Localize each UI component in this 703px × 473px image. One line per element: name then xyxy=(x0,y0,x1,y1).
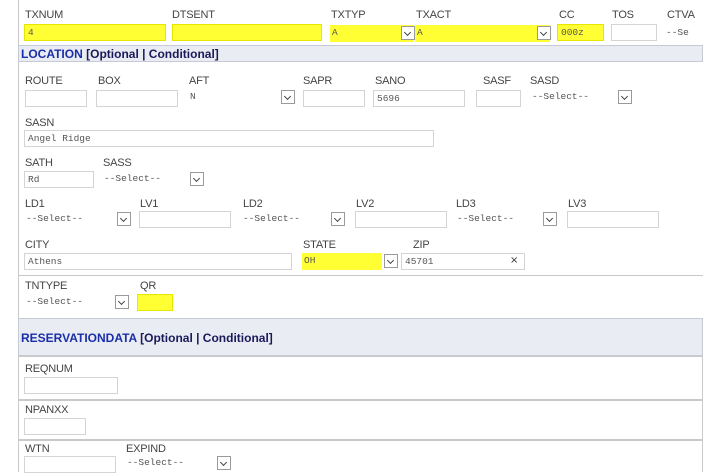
txtyp-dropdown-arrow-icon[interactable] xyxy=(401,26,415,40)
wtn-label: WTN xyxy=(25,443,50,455)
sasf-field[interactable] xyxy=(476,90,521,107)
zip-label: ZIP xyxy=(413,239,430,251)
reqnum-group xyxy=(18,356,703,400)
txnum-field[interactable]: 4 xyxy=(24,24,166,41)
dtsent-field[interactable] xyxy=(172,24,322,41)
sano-label: SANO xyxy=(375,75,406,87)
state-select[interactable]: OH xyxy=(302,253,382,270)
sasn-label: SASN xyxy=(25,117,55,129)
ld1-dropdown-arrow-icon[interactable] xyxy=(117,212,131,226)
npanxx-group xyxy=(18,400,703,440)
tos-field[interactable] xyxy=(611,24,657,41)
location-section-title: LOCATION [Optional | Conditional] xyxy=(21,47,219,61)
route-field[interactable] xyxy=(25,90,87,107)
reservation-section-title: RESERVATIONDATA [Optional | Conditional] xyxy=(21,331,273,345)
box-label: BOX xyxy=(98,75,121,87)
aft-dropdown-arrow-icon[interactable] xyxy=(281,90,295,104)
sasd-label: SASD xyxy=(530,75,560,87)
sasf-label: SASF xyxy=(483,75,511,87)
reqnum-label: REQNUM xyxy=(25,363,73,375)
city-label: CITY xyxy=(25,239,50,251)
ld3-dropdown-arrow-icon[interactable] xyxy=(543,212,557,226)
dtsent-label: DTSENT xyxy=(172,9,215,21)
sass-dropdown-arrow-icon[interactable] xyxy=(190,172,204,186)
tntype-label: TNTYPE xyxy=(25,280,68,292)
sapr-field[interactable] xyxy=(303,90,365,107)
aft-select[interactable]: N xyxy=(188,89,296,106)
qr-field[interactable] xyxy=(137,294,173,311)
txnum-label: TXNUM xyxy=(25,9,64,21)
lv3-field[interactable] xyxy=(567,211,659,228)
txact-label: TXACT xyxy=(416,9,452,21)
lv3-label: LV3 xyxy=(568,198,587,210)
ctva-select[interactable]: --Se xyxy=(664,25,703,42)
tos-label: TOS xyxy=(612,9,634,21)
location-divider xyxy=(18,275,703,276)
npanxx-label: NPANXX xyxy=(25,404,69,416)
wtn-group xyxy=(18,440,703,472)
ld2-dropdown-arrow-icon[interactable] xyxy=(331,212,345,226)
txact-select[interactable]: A xyxy=(415,25,550,42)
txtyp-label: TXTYP xyxy=(331,9,366,21)
lv2-label: LV2 xyxy=(356,198,375,210)
sasd-dropdown-arrow-icon[interactable] xyxy=(618,90,632,104)
cc-label: CC xyxy=(559,9,575,21)
sasn-field[interactable]: Angel Ridge xyxy=(24,130,434,147)
sano-field[interactable]: 5696 xyxy=(373,90,465,107)
cc-field[interactable]: 000z xyxy=(557,24,604,41)
aft-label: AFT xyxy=(189,75,210,87)
npanxx-field[interactable] xyxy=(24,418,86,435)
expind-dropdown-arrow-icon[interactable] xyxy=(217,456,231,470)
lv2-field[interactable] xyxy=(355,211,447,228)
state-dropdown-arrow-icon[interactable] xyxy=(384,254,398,268)
reqnum-field[interactable] xyxy=(24,377,118,394)
expind-label: EXPIND xyxy=(126,443,166,455)
ld3-label: LD3 xyxy=(456,198,476,210)
txact-dropdown-arrow-icon[interactable] xyxy=(537,26,551,40)
state-label: STATE xyxy=(303,239,336,251)
sapr-label: SAPR xyxy=(303,75,333,87)
ld1-label: LD1 xyxy=(25,198,45,210)
ctva-label: CTVA xyxy=(667,9,695,21)
city-field[interactable]: Athens xyxy=(24,253,292,270)
wtn-field[interactable] xyxy=(24,456,116,473)
sass-label: SASS xyxy=(103,157,132,169)
zip-clear-icon[interactable]: × xyxy=(510,255,518,266)
lv1-field[interactable] xyxy=(139,211,231,228)
zip-field[interactable]: 45701 xyxy=(401,253,525,270)
qr-label: QR xyxy=(140,280,157,292)
sath-label: SATH xyxy=(25,157,53,169)
ld2-label: LD2 xyxy=(243,198,263,210)
route-label: ROUTE xyxy=(25,75,63,87)
box-field[interactable] xyxy=(96,90,178,107)
sath-field[interactable]: Rd xyxy=(24,171,94,188)
lv1-label: LV1 xyxy=(140,198,159,210)
tntype-dropdown-arrow-icon[interactable] xyxy=(115,295,129,309)
